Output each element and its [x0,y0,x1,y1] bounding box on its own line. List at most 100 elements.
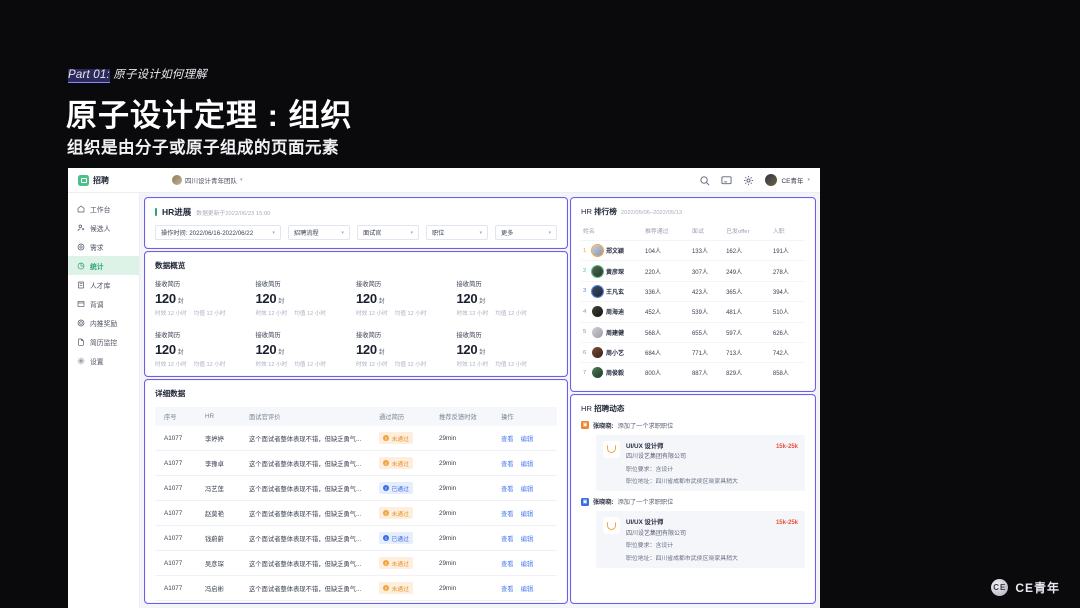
edit-link[interactable]: 编辑 [521,436,534,443]
table-row[interactable]: A1077 李豫卓 这个面试者整体表现不错，但缺乏勇气... ! 未通过 29mi… [155,450,557,476]
sidebar-item-workbench[interactable]: 工作台 [68,199,139,218]
stat-value: 120 封 [255,342,285,357]
chevron-down-icon: ▾ [240,177,243,183]
view-link[interactable]: 查看 [501,561,514,568]
cell-hr: 钱蔚蔚 [201,525,245,551]
cell-time: 29min [435,550,497,576]
slide-eyebrow: Part 01: 原子设计如何理解 [68,66,207,83]
file-icon [77,338,85,346]
sidebar-item-resume-monitor[interactable]: 简历监控 [68,332,139,351]
view-link[interactable]: 查看 [501,511,514,518]
team-switcher[interactable]: 四川设计青年团队 ▾ [172,175,243,185]
job-card[interactable]: UI/UX 设计师 15k-25k 四川设艺集团有限公司 职位要求：含设计 职位… [596,511,805,568]
message-icon[interactable] [721,175,732,186]
watermark: CE CE青年 [991,579,1060,596]
column-header: 通过简历 [375,407,435,426]
chevron-down-icon: ▾ [341,229,344,236]
dynamics-action: 添加了一个求职职位 [617,422,674,430]
detail-table: 序号 HR 面试官评价 通过简历 推荐反馈时效 操作 A1077 李婷婷 这个面… [155,407,557,601]
interviewer-select[interactable]: 面试官 ▾ [356,225,419,240]
sidebar-item-background-check[interactable]: 背调 [68,294,139,313]
job-top: UI/UX 设计师 15k-25k [626,517,798,526]
job-card[interactable]: UI/UX 设计师 15k-25k 四川设艺集团有限公司 职位要求：含设计 职位… [596,434,805,492]
edit-link[interactable]: 编辑 [521,536,534,543]
ranking-header: HR 排行榜 2022/05/06–2022/05/13 [581,206,805,217]
ranking-table: 姓名 推荐通过 面试 已发offer 入职 1 郑文颖 104人 133人 16… [581,223,805,383]
job-company: 四川设艺集团有限公司 [626,454,687,461]
date-range-select[interactable]: 操作时间: 2022/06/16-2022/06/22 ▾ [155,225,281,240]
view-link[interactable]: 查看 [501,586,514,593]
dynamics-item: ▣ 张晓晓: 添加了一个求职职位 UI/UX 设计师 15k-25k 四川设艺集… [581,421,805,492]
award-icon [77,319,85,327]
table-row[interactable]: 5 周建健 568人 655人 597人 626人 [581,321,805,343]
detail-data-panel: 详细数据 序号 HR 面试官评价 通过简历 推荐反馈时效 操作 A1077 李婷… [143,378,569,605]
cell-no: A1077 [155,575,201,601]
position-select[interactable]: 职位 ▾ [425,225,488,240]
view-link[interactable]: 查看 [501,486,514,493]
rank-index: 7 [583,369,587,376]
stat-card: 接收简历 120 封 时效 12 小时 均值 12 小时 [457,330,558,368]
user-menu[interactable]: CE青年 ▾ [765,174,810,186]
view-link[interactable]: 查看 [501,461,514,468]
stat-label: 接收简历 [255,332,281,339]
table-row[interactable]: 7 周俊毅 800人 887人 829人 858人 [581,362,805,383]
search-icon[interactable] [699,175,710,186]
job-top: UI/UX 设计师 15k-25k [626,441,798,450]
settings-icon[interactable] [743,175,754,186]
edit-link[interactable]: 编辑 [521,561,534,568]
job-salary: 15k-25k [775,520,798,527]
rank-index: 4 [583,308,587,315]
process-select[interactable]: 招聘流程 ▾ [287,225,350,240]
view-link[interactable]: 查看 [501,436,514,443]
job-title: UI/UX 设计师 [626,442,664,450]
table-row[interactable]: A1077 李婷婷 这个面试者整体表现不错，但缺乏勇气... ! 未通过 29mi… [155,426,557,451]
cell-time: 29min [435,450,497,476]
hr-ranking-panel: HR 排行榜 2022/05/06–2022/05/13 姓名 推荐通过 面试 … [569,196,817,393]
table-row[interactable]: A1077 吴彦琛 这个面试者整体表现不错，但缺乏勇气... ! 未通过 29mi… [155,550,557,576]
rank-name: 郑文颖 [606,249,625,256]
sidebar-item-referral-reward[interactable]: 内推奖励 [68,313,139,332]
cell-name: 6 周小艺 [581,341,643,363]
table-row[interactable]: 6 周小艺 684人 771人 713人 742人 [581,341,805,363]
sidebar-item-settings[interactable]: 设置 [68,351,139,370]
more-select[interactable]: 更多 ▾ [494,225,557,240]
table-row[interactable]: 4 周海迪 452人 539人 481人 510人 [581,301,805,322]
sidebar-item-label: 内推奖励 [90,320,118,328]
job-address: 职位地址：四川省成都市武侯区晓家具稍大 [626,555,738,562]
stat-unit: 封 [278,350,284,356]
avatar [592,326,603,338]
view-link[interactable]: 查看 [501,536,514,543]
sidebar-item-requirements[interactable]: 需求 [68,237,139,256]
eyebrow-part: Part 01: [68,69,110,83]
stat-unit: 封 [278,299,284,305]
edit-link[interactable]: 编辑 [521,511,534,518]
edit-link[interactable]: 编辑 [521,461,534,468]
column-header: 推荐通过 [645,229,669,235]
edit-link[interactable]: 编辑 [521,586,534,593]
cell-actions: 查看 编辑 [497,575,557,601]
dynamics-line: ▣ 张晓晓: 添加了一个求职职位 [581,421,805,430]
sidebar-item-talent-pool[interactable]: 人才库 [68,275,139,294]
edit-link[interactable]: 编辑 [521,486,534,493]
avatar [592,347,603,359]
avatar [765,174,778,186]
dynamics-author: 张晓晓: [593,422,614,430]
target-icon [77,243,85,251]
sidebar-item-candidates[interactable]: 候选人 [68,218,139,237]
cell-actions: 查看 编辑 [497,475,557,501]
cell-actions: 查看 编辑 [497,500,557,526]
table-row[interactable]: A1077 冯艺莲 这个面试者整体表现不错，但缺乏勇气... ! 已通过 29mi… [155,475,557,501]
table-row[interactable]: 1 郑文颖 104人 133人 162人 191人 [581,239,805,261]
table-row[interactable]: A1077 钱蔚蔚 这个面试者整体表现不错，但缺乏勇气... ! 已通过 29mi… [155,525,557,551]
stat-sub: 时效 12 小时 均值 12 小时 [255,311,326,317]
stat-card: 接收简历 120 封 时效 12 小时 均值 12 小时 [155,330,256,368]
table-row[interactable]: A1077 赵莫艳 这个面试者整体表现不错，但缺乏勇气... ! 未通过 29mi… [155,500,557,526]
job-add-icon: ▣ [581,421,589,430]
table-row[interactable]: 2 黄彦琛 220人 307人 249人 278人 [581,260,805,282]
sidebar-item-label: 统计 [90,263,104,271]
job-body: UI/UX 设计师 15k-25k 四川设艺集团有限公司 职位要求：含设计 职位… [626,441,798,486]
table-row[interactable]: A1077 冯启彬 这个面试者整体表现不错，但缺乏勇气... ! 未通过 29mi… [155,575,557,601]
sidebar-item-statistics[interactable]: 统计 [68,256,139,275]
stat-label: 接收简历 [456,332,482,339]
table-row[interactable]: 3 王凡玄 336人 423人 365人 394人 [581,280,805,302]
